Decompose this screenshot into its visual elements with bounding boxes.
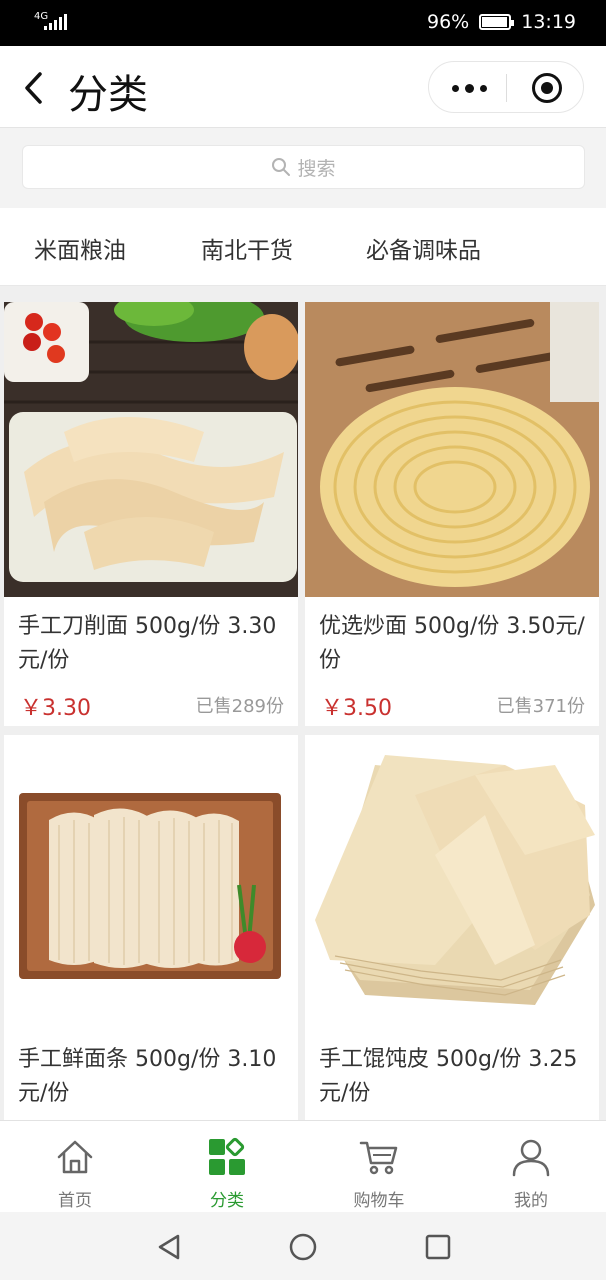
product-price: ￥3.50 bbox=[321, 696, 392, 721]
search-input[interactable]: 搜索 bbox=[22, 145, 585, 189]
cart-icon bbox=[359, 1141, 398, 1175]
search-placeholder: 搜索 bbox=[297, 157, 336, 180]
product-image bbox=[4, 302, 298, 597]
product-image bbox=[4, 735, 298, 1030]
profile-icon bbox=[512, 1139, 550, 1177]
close-button[interactable] bbox=[519, 70, 575, 106]
status-bar: 4G 96% 13:19 bbox=[0, 0, 606, 46]
battery-fill bbox=[482, 17, 508, 27]
bottom-tab-bar: 首页 分类 购物车 我的 bbox=[0, 1120, 606, 1212]
product-title: 手工馄饨皮 500g/份 3.25元/份 bbox=[319, 1047, 578, 1106]
tab-seasonings[interactable]: 必备调味品 bbox=[366, 231, 481, 265]
more-dots-icon bbox=[451, 83, 487, 93]
page-title: 分类 bbox=[68, 72, 148, 118]
search-icon bbox=[272, 158, 291, 176]
clock: 13:19 bbox=[521, 11, 576, 33]
product-image bbox=[305, 302, 599, 597]
product-grid: 手工刀削面 500g/份 3.30元/份 ￥3.30 已售289份 优选炒面 5… bbox=[0, 287, 606, 1123]
search-area: 搜索 bbox=[0, 128, 606, 208]
product-price: ￥3.30 bbox=[20, 696, 91, 721]
capsule-divider bbox=[506, 74, 507, 102]
product-image bbox=[305, 735, 599, 1030]
product-title: 手工鲜面条 500g/份 3.10元/份 bbox=[18, 1047, 277, 1106]
tab-cart[interactable]: 购物车 bbox=[324, 1121, 434, 1213]
battery-icon bbox=[479, 14, 515, 30]
system-navigation-bar bbox=[0, 1212, 606, 1280]
tab-profile-label: 我的 bbox=[514, 1191, 548, 1211]
product-card[interactable]: 手工鲜面条 500g/份 3.10元/份 bbox=[4, 735, 298, 1123]
tab-profile[interactable]: 我的 bbox=[476, 1121, 586, 1213]
product-card[interactable]: 手工刀削面 500g/份 3.30元/份 ￥3.30 已售289份 bbox=[4, 302, 298, 726]
tab-cart-label: 购物车 bbox=[353, 1191, 405, 1211]
status-right: 96% 13:19 bbox=[427, 11, 576, 33]
product-sold-count: 已售371份 bbox=[496, 696, 585, 717]
tab-rice-noodle-oil[interactable]: 米面粮油 bbox=[34, 231, 126, 265]
tab-dry-goods[interactable]: 南北干货 bbox=[201, 231, 293, 265]
signal-icon bbox=[44, 14, 67, 30]
product-title: 优选炒面 500g/份 3.50元/份 bbox=[319, 614, 585, 673]
mini-program-capsule bbox=[428, 61, 584, 113]
home-icon bbox=[57, 1140, 93, 1174]
back-chevron-icon bbox=[25, 72, 42, 104]
screen: 4G 96% 13:19 分类 搜索 米面粮油 南北干货 必备调味品 手工刀削面… bbox=[0, 0, 606, 1280]
system-recents-icon[interactable] bbox=[423, 1232, 453, 1262]
system-home-icon[interactable] bbox=[288, 1232, 318, 1262]
back-button[interactable] bbox=[18, 68, 54, 108]
category-icon bbox=[209, 1137, 245, 1175]
nav-bar: 分类 bbox=[0, 46, 606, 128]
product-sold-count: 已售289份 bbox=[195, 696, 284, 717]
system-back-icon[interactable] bbox=[154, 1232, 184, 1262]
battery-percent: 96% bbox=[427, 11, 470, 33]
product-card[interactable]: 手工馄饨皮 500g/份 3.25元/份 bbox=[305, 735, 599, 1123]
tab-category[interactable]: 分类 bbox=[172, 1121, 282, 1213]
more-button[interactable] bbox=[441, 70, 497, 106]
tab-home-label: 首页 bbox=[58, 1191, 92, 1211]
category-tabs: 米面粮油 南北干货 必备调味品 bbox=[0, 208, 606, 286]
close-target-icon bbox=[532, 73, 562, 103]
product-title: 手工刀削面 500g/份 3.30元/份 bbox=[18, 614, 277, 673]
product-card[interactable]: 优选炒面 500g/份 3.50元/份 ￥3.50 已售371份 bbox=[305, 302, 599, 726]
tab-category-label: 分类 bbox=[210, 1191, 244, 1211]
tab-home[interactable]: 首页 bbox=[20, 1121, 130, 1213]
